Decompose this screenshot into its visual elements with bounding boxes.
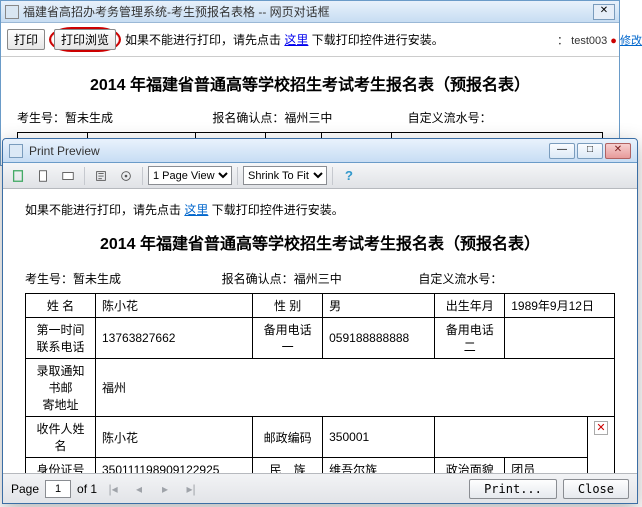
preview-title: Print Preview xyxy=(29,144,547,158)
page-view-select[interactable]: 1 Page View xyxy=(148,166,232,185)
registration-table: 姓 名 陈小花 性 别 男 出生年月 1989年9月12日 第一时间 联系电话 … xyxy=(25,293,615,473)
preview-titlebar: Print Preview — □ ✕ xyxy=(3,139,637,163)
print-preview-button[interactable]: 打印浏览 xyxy=(54,29,116,50)
headers-icon[interactable] xyxy=(115,166,137,186)
close-button[interactable]: ✕ xyxy=(605,143,631,159)
portrait-icon[interactable] xyxy=(32,166,54,186)
preview-toolbar: 1 Page View Shrink To Fit ? xyxy=(3,163,637,189)
table-row: 姓 名 陈小花 性 别 男 出生年月 1989年9月12日 xyxy=(26,294,615,318)
maximize-button[interactable]: □ xyxy=(577,143,603,159)
current-user: test003 xyxy=(571,35,607,47)
page-of: of 1 xyxy=(77,482,97,496)
preview-footer: Page of 1 |◂ ◂ ▸ ▸| Print... Close xyxy=(3,473,637,503)
page-number-input[interactable] xyxy=(45,480,71,498)
print-button[interactable]: Print... xyxy=(469,479,557,499)
landscape-icon[interactable] xyxy=(57,166,79,186)
preview-body: 如果不能进行打印，请先点击 这里 下载打印控件进行安装。 2014 年福建省普通… xyxy=(3,189,637,473)
install-note: 如果不能进行打印，请先点击 这里 下载打印控件进行安装。 xyxy=(25,201,615,218)
dialog-titlebar: 福建省高招办考务管理系统-考生预报名表格 -- 网页对话框 ✕ xyxy=(1,1,619,23)
separator xyxy=(237,167,238,185)
separator xyxy=(332,167,333,185)
separator xyxy=(142,167,143,185)
close-button[interactable]: Close xyxy=(563,479,629,499)
close-icon[interactable]: ✕ xyxy=(593,4,615,20)
print-button[interactable]: 打印 xyxy=(7,29,45,50)
highlight-circle: 打印浏览 xyxy=(49,27,121,52)
table-row: 身份证号 350111198909122925 民 族 维吾尔族 政治面貌 团员 xyxy=(26,458,615,474)
last-page-icon[interactable]: ▸| xyxy=(181,480,201,498)
table-row: 收件人姓名 陈小花 邮政编码 350001 ✕ xyxy=(26,417,615,458)
dialog-title: 福建省高招办考务管理系统-考生预报名表格 -- 网页对话框 xyxy=(23,3,593,20)
form-heading: 2014 年福建省普通高等学校招生考试考生报名表（预报名表） xyxy=(25,230,615,254)
minimize-button[interactable]: — xyxy=(549,143,575,159)
info-row: 考生号：暂未生成 报名确认点：福州三中 自定义流水号： xyxy=(25,270,615,287)
table-row: 录取通知书邮 寄地址 福州 xyxy=(26,359,615,417)
dialog-favicon-icon xyxy=(5,5,19,19)
download-link[interactable]: 这里 xyxy=(284,33,308,47)
edit-link[interactable]: 修改 xyxy=(620,35,642,47)
page-label: Page xyxy=(11,482,39,496)
preview-favicon-icon xyxy=(9,144,23,158)
separator xyxy=(84,167,85,185)
install-note: 如果不能进行打印，请先点击 这里 下载打印控件进行安装。 xyxy=(125,31,444,48)
fit-select[interactable]: Shrink To Fit xyxy=(243,166,327,185)
next-page-icon[interactable]: ▸ xyxy=(155,480,175,498)
document-icon[interactable] xyxy=(7,166,29,186)
print-preview-window: Print Preview — □ ✕ 1 Page View Shrink T… xyxy=(2,138,638,504)
download-link[interactable]: 这里 xyxy=(184,203,208,217)
first-page-icon[interactable]: |◂ xyxy=(103,480,123,498)
page-setup-icon[interactable] xyxy=(90,166,112,186)
side-user-strip: ： test003 ● 修改 xyxy=(557,32,642,48)
broken-image-icon: ✕ xyxy=(594,421,608,435)
prev-page-icon[interactable]: ◂ xyxy=(129,480,149,498)
dialog-toolbar: 打印 打印浏览 如果不能进行打印，请先点击 这里 下载打印控件进行安装。 xyxy=(1,23,619,57)
table-row: 第一时间 联系电话 13763827662 备用电话一 059188888888… xyxy=(26,318,615,359)
info-row: 考生号：暂未生成 报名确认点：福州三中 自定义流水号： xyxy=(17,109,603,126)
bullet-icon: ● xyxy=(610,35,620,47)
form-heading: 2014 年福建省普通高等学校招生考试考生报名表（预报名表） xyxy=(17,71,603,95)
help-icon[interactable]: ? xyxy=(338,166,360,186)
